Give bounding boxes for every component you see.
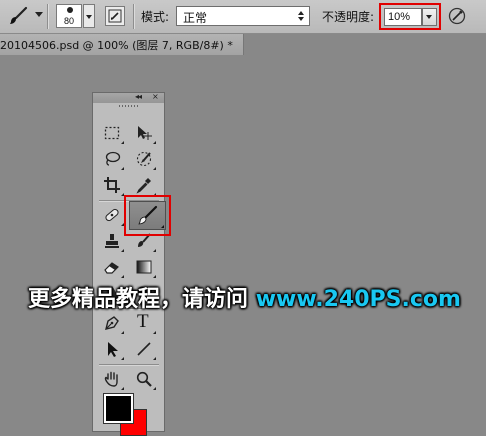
type-t-icon: T [137, 311, 149, 332]
opacity-highlight: 10% [379, 3, 441, 30]
brush-tool[interactable] [129, 201, 166, 230]
rectangular-marquee-tool[interactable] [99, 121, 125, 145]
document-tab[interactable]: 20104506.psd @ 100% (图层 7, RGB/8#) * [0, 34, 244, 55]
eraser-icon [104, 262, 119, 274]
options-bar: 80 模式: 正常 不透明度: 10% [0, 0, 486, 34]
opacity-slider-dropdown[interactable] [422, 8, 437, 26]
brush-icon [138, 205, 158, 225]
hand-icon [104, 371, 118, 387]
collapse-panel-button[interactable]: ◂◂ [135, 92, 142, 101]
pen-nib-icon [105, 316, 119, 330]
crop-tool[interactable] [99, 173, 125, 197]
brush-tool-preset-icon[interactable] [7, 5, 29, 27]
opacity-label: 不透明度: [322, 10, 375, 24]
options-divider [47, 4, 49, 29]
brush-picker-dropdown[interactable] [83, 4, 95, 28]
eyedropper-icon [136, 178, 151, 194]
watermark-text: 更多精品教程，请访问 [28, 287, 249, 312]
mode-label: 模式: [141, 10, 170, 24]
hand-tool[interactable] [99, 367, 125, 391]
crop-icon [104, 177, 120, 193]
brush-tip-icon [67, 7, 73, 13]
close-panel-button[interactable]: × [152, 92, 159, 101]
line-tool[interactable] [131, 337, 157, 361]
line-icon [137, 342, 151, 356]
brush-size-picker[interactable]: 80 [56, 4, 82, 28]
panel-grip[interactable] [119, 105, 139, 107]
lasso-icon [105, 151, 121, 166]
tools-panel-header[interactable]: ◂◂ × [93, 92, 164, 103]
zoom-tool[interactable] [131, 367, 157, 391]
blend-mode-value: 正常 [183, 11, 208, 25]
watermark-banner: 更多精品教程，请访问 www.240PS.com [28, 281, 461, 313]
path-selection-tool[interactable] [99, 337, 125, 361]
spot-healing-brush-tool[interactable] [99, 203, 125, 227]
blend-mode-select[interactable]: 正常 [176, 6, 310, 26]
brush-size-value: 80 [63, 16, 74, 26]
stamp-icon [105, 234, 119, 248]
brush-tool-highlight [124, 195, 171, 236]
options-divider [133, 4, 135, 29]
gradient-icon [136, 260, 152, 274]
clone-stamp-tool[interactable] [99, 229, 125, 253]
eyedropper-tool[interactable] [131, 173, 157, 197]
watermark-url: www.240PS.com [255, 287, 461, 312]
quick-selection-tool[interactable] [131, 147, 157, 171]
healing-bandage-icon [105, 208, 119, 222]
tools-panel: ◂◂ × T [92, 92, 165, 432]
pen-tool[interactable] [99, 311, 125, 335]
document-title: 20104506.psd @ 100% (图层 7, RGB/8#) * [0, 39, 233, 52]
type-tool[interactable]: T [131, 311, 157, 335]
gradient-tool[interactable] [131, 255, 157, 279]
tablet-pressure-opacity-button[interactable] [447, 6, 467, 26]
magnifier-icon [136, 371, 152, 387]
eraser-tool[interactable] [99, 255, 125, 279]
quick-selection-icon [136, 151, 152, 167]
path-selection-arrow-icon [108, 342, 118, 357]
tool-preset-chevron-down-icon[interactable] [35, 12, 43, 17]
brush-panel-icon [108, 9, 122, 23]
brush-panel-toggle-button[interactable] [105, 6, 125, 26]
lasso-tool[interactable] [99, 147, 125, 171]
move-icon [138, 126, 152, 140]
tool-group-divider [99, 364, 159, 366]
move-tool[interactable] [131, 121, 157, 145]
tablet-pressure-icon [448, 7, 466, 25]
opacity-input[interactable]: 10% [384, 8, 422, 26]
select-updown-icon [298, 11, 304, 21]
marquee-icon [104, 126, 120, 140]
foreground-color-swatch[interactable] [103, 393, 134, 424]
